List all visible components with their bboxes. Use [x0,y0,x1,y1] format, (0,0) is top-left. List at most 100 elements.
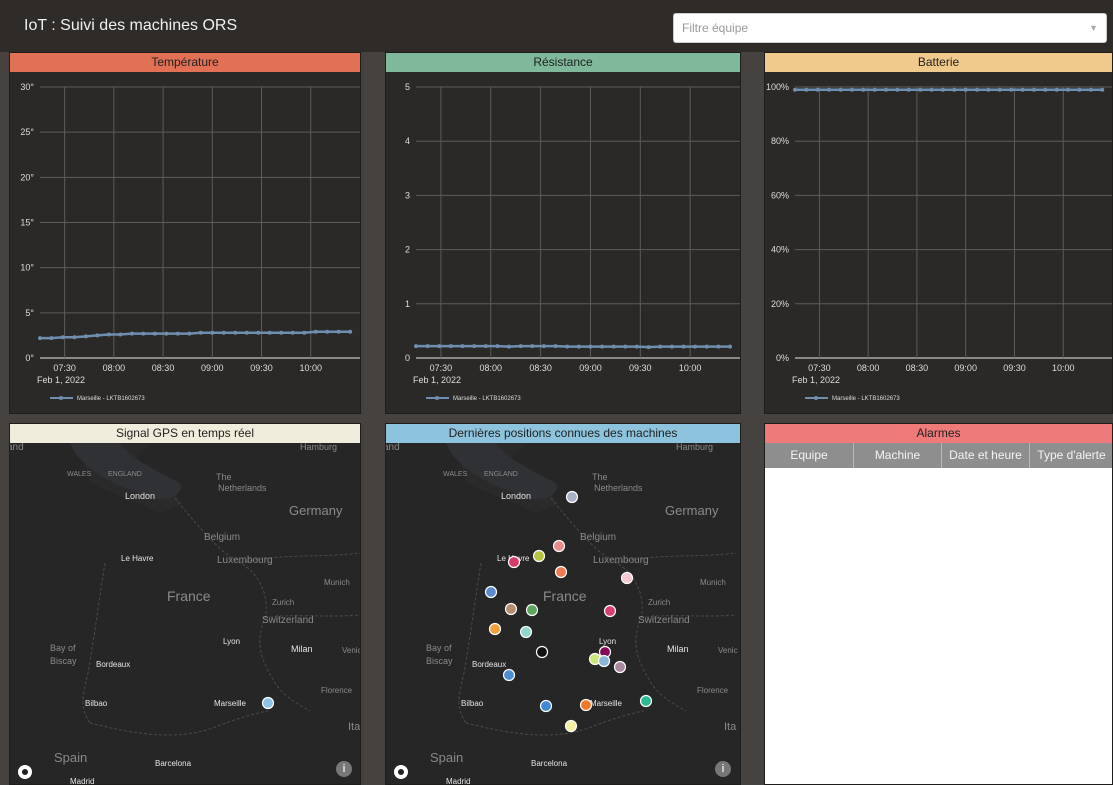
info-icon[interactable]: i [336,761,352,777]
data-point [425,344,430,349]
data-point [244,330,249,335]
map-label: France [543,588,587,604]
machine-marker[interactable] [639,694,653,708]
map-label: Munich [324,578,350,587]
team-filter-select[interactable]: Filtre équipe ▼ [673,13,1107,43]
resistance-panel-title: Résistance [386,53,740,72]
data-point [279,330,284,335]
resistance-panel: Résistance 0 1 2 3 4 5 07:30 08:00 08:30 09:00 09:… [385,52,741,414]
data-point [1100,87,1105,92]
data-point [793,87,797,92]
x-tick-label: 08:30 [906,363,929,373]
machine-marker[interactable] [502,668,516,682]
data-point [611,344,616,349]
map-label: Florence [697,686,729,695]
map-label: Zurich [272,598,294,607]
legend-label[interactable]: Marseille - LKTB1602673 [832,396,900,402]
y-tick-label: 10° [20,263,34,273]
legend-label[interactable]: Marseille - LKTB1602673 [453,396,521,402]
data-point [623,344,628,349]
data-point [884,87,889,92]
machine-marker[interactable] [525,603,539,617]
data-point [963,87,968,92]
data-point [704,344,709,349]
y-tick-label: 0 [405,353,410,363]
machine-marker[interactable] [504,602,518,616]
data-point [849,87,854,92]
data-point [256,330,261,335]
team-filter-placeholder: Filtre équipe [682,21,749,35]
column-header-type[interactable]: Type d'alerte [1030,443,1112,468]
data-point [198,330,203,335]
map-label: Hamburg [676,443,713,452]
machine-marker[interactable] [539,699,553,713]
data-point [1009,87,1014,92]
map-label: London [501,491,531,501]
info-icon[interactable]: i [715,761,731,777]
x-tick-label: 08:30 [529,363,552,373]
machine-marker[interactable] [603,604,617,618]
map-logo-icon[interactable] [18,765,32,779]
data-point [728,344,733,349]
data-point [895,87,900,92]
machine-marker[interactable] [484,585,498,599]
machine-marker[interactable] [261,696,275,710]
positions-map[interactable]: Hamburg WALES ENGLAND The Netherlands London G… [386,443,740,784]
map-label: France [167,588,211,604]
map-label: ENGLAND [108,471,142,478]
machine-marker[interactable] [488,622,502,636]
map-label: Netherlands [594,483,643,493]
data-point [175,331,180,336]
gps-panel-title: Signal GPS en temps réel [10,424,360,443]
x-tick-label: 09:30 [1003,363,1026,373]
data-point [72,335,77,340]
map-label: Venic [342,646,360,655]
x-tick-label: 07:30 [808,363,831,373]
machine-marker[interactable] [620,571,634,585]
alarms-panel: Alarmes Equipe Machine Date et heure Typ… [764,423,1113,785]
map-label: Switzerland [638,615,690,626]
data-point [588,344,593,349]
map-label: Hamburg [300,443,337,452]
map-label: Bordeaux [472,660,506,669]
machine-marker[interactable] [564,719,578,733]
machine-marker[interactable] [613,660,627,674]
map-logo-icon[interactable] [394,765,408,779]
data-point [975,87,980,92]
machine-marker[interactable] [597,654,611,668]
data-point [187,331,192,336]
x-tick-label: 09:00 [201,363,224,373]
data-point [233,330,238,335]
alarms-table-body [765,468,1112,784]
data-point [986,87,991,92]
data-point [60,335,65,340]
machine-marker[interactable] [532,549,546,563]
data-point [997,87,1002,92]
legend-label[interactable]: Marseille - LKTB1602673 [77,396,145,402]
data-point [929,87,934,92]
x-date-label: Feb 1, 2022 [792,375,840,385]
machine-marker[interactable] [565,490,579,504]
machine-marker[interactable] [552,539,566,553]
map-label: Spain [54,750,87,765]
machine-marker[interactable] [507,555,521,569]
data-point [541,344,546,349]
column-header-date[interactable]: Date et heure [942,443,1030,468]
data-point [716,344,721,349]
machine-marker[interactable] [579,698,593,712]
data-point [437,344,442,349]
machine-marker[interactable] [535,645,549,659]
machine-marker[interactable] [519,625,533,639]
data-point [669,344,674,349]
machine-marker[interactable] [554,565,568,579]
map-label: Netherlands [218,483,267,493]
data-point [49,336,54,341]
column-header-equipe[interactable]: Equipe [765,443,854,468]
y-tick-label: 15° [20,218,34,228]
data-point [681,344,686,349]
gps-map[interactable]: Hamburg WALES ENGLAND The Netherlands London G… [10,443,360,784]
y-tick-label: 5 [405,82,410,92]
data-point [553,344,558,349]
column-header-machine[interactable]: Machine [854,443,942,468]
data-point [827,87,832,92]
